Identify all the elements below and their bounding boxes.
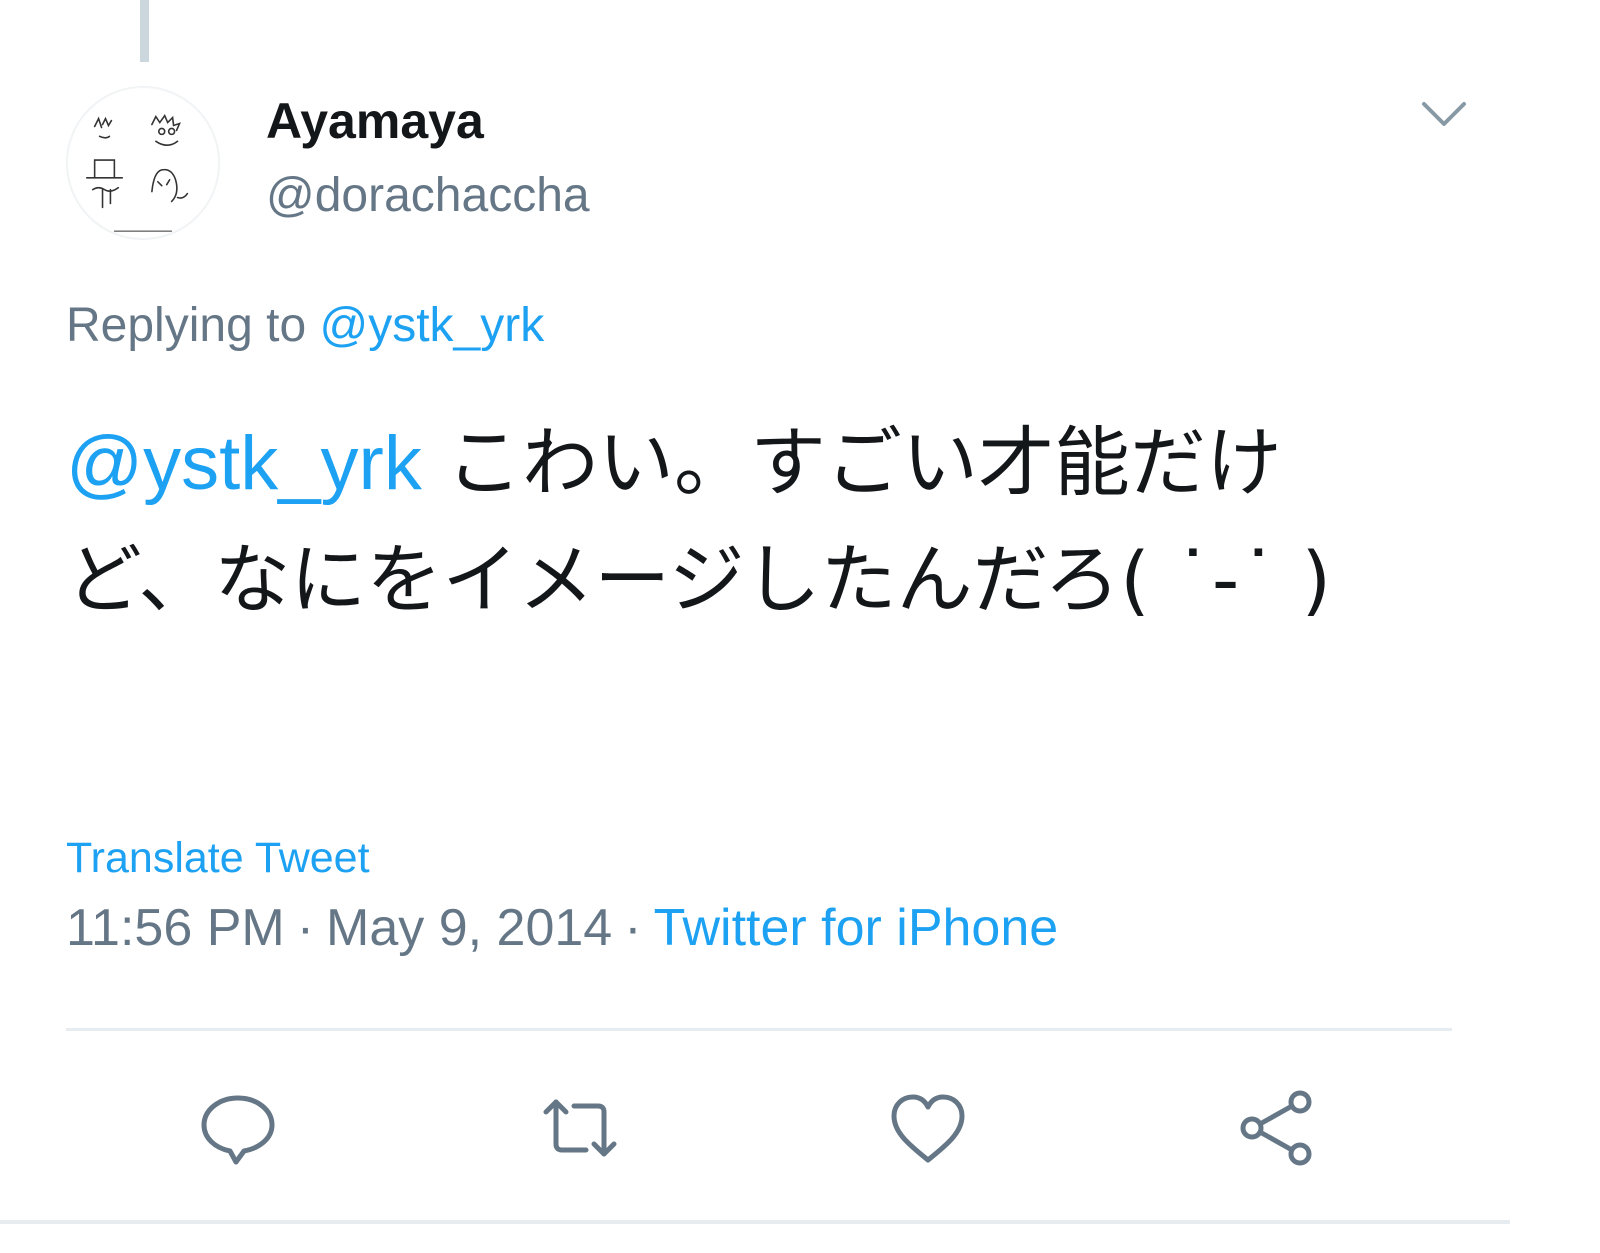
retweet-icon: [543, 1099, 617, 1157]
tweet-text: @ystk_yrk こわい。すごい才能だけど、なにをイメージしたんだろ( ˙-˙…: [66, 405, 1426, 638]
reply-icon: [201, 1095, 275, 1165]
tweet-source-link[interactable]: Twitter for iPhone: [654, 899, 1059, 957]
translate-tweet-link[interactable]: Translate Tweet: [66, 834, 370, 883]
meta-separator: ·: [624, 899, 642, 957]
tweet-detail: Ayamaya @dorachaccha Replying to @ystk_y…: [0, 0, 1600, 1253]
bottom-divider: [0, 1220, 1510, 1224]
chevron-down-icon[interactable]: [1420, 96, 1468, 132]
replying-to-line: Replying to @ystk_yrk: [66, 298, 544, 353]
meta-separator: ·: [296, 899, 315, 957]
actions-divider: [66, 1028, 1452, 1031]
thread-connector-line: [140, 0, 149, 62]
retweet-button[interactable]: [540, 1088, 620, 1168]
reply-button[interactable]: [198, 1088, 278, 1168]
tweet-time: 11:56 PM: [66, 899, 285, 957]
like-button[interactable]: [888, 1088, 968, 1168]
tweet-mention-link[interactable]: @ystk_yrk: [66, 421, 422, 506]
display-name[interactable]: Ayamaya: [266, 92, 484, 150]
avatar-sketch-image: [85, 114, 189, 232]
tweet-metadata: 11:56 PM · May 9, 2014 · Twitter for iPhone: [66, 898, 1058, 958]
tweet-date: May 9, 2014: [326, 899, 613, 957]
share-icon: [1240, 1090, 1312, 1166]
avatar[interactable]: [66, 86, 220, 240]
replying-to-label: Replying to: [66, 299, 307, 352]
share-button[interactable]: [1238, 1088, 1318, 1168]
replying-to-handle-link[interactable]: @ystk_yrk: [319, 299, 544, 352]
heart-icon: [891, 1094, 965, 1163]
user-handle[interactable]: @dorachaccha: [266, 168, 590, 223]
